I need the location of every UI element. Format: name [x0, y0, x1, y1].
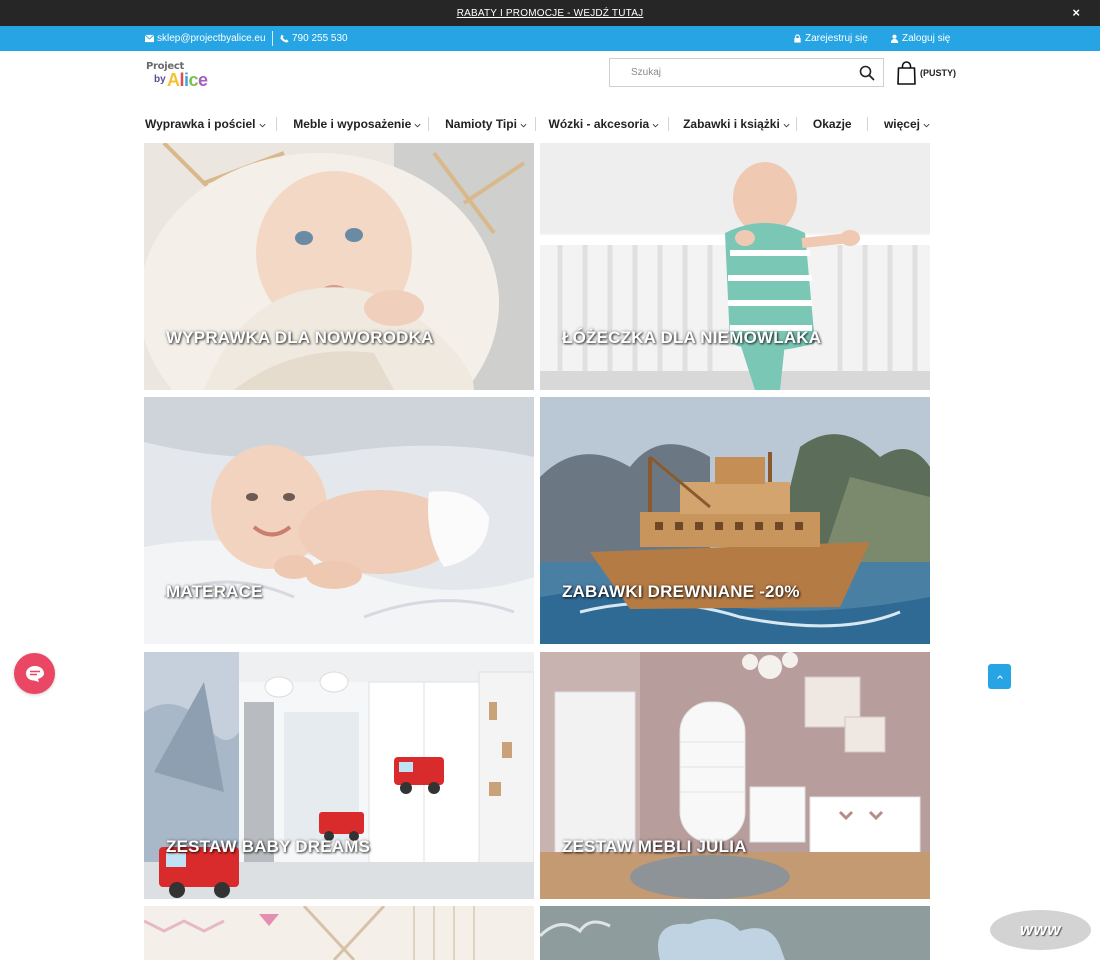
- category-tile-lozeczka[interactable]: ŁÓŻECZKA DLA NIEMOWLAKA: [540, 143, 930, 390]
- category-tile-materace[interactable]: MATERACE: [144, 397, 534, 644]
- search-box: [609, 58, 884, 87]
- nav-item-label: Wyprawka i pościel: [145, 117, 256, 131]
- chat-bubble-icon: [25, 665, 44, 682]
- category-tile-wyprawka[interactable]: WYPRAWKA DLA NOWORODKA: [144, 143, 534, 390]
- tile-image: [144, 906, 534, 960]
- nav-divider: [667, 117, 669, 131]
- register-text: Zarejestruj się: [805, 33, 868, 44]
- tile-image: [540, 652, 930, 899]
- tile-label: WYPRAWKA DLA NOWORODKA: [166, 328, 434, 347]
- contact-divider: [272, 31, 273, 46]
- email-text: sklep@projectbyalice.eu: [157, 33, 266, 44]
- promo-bar: RABATY I PROMOCJE - WEJDŹ TUTAJ ×: [0, 0, 1100, 26]
- category-tile-zabawki-drewniane[interactable]: ZABAWKI DREWNIANE -20%: [540, 397, 930, 644]
- tile-image: [144, 652, 534, 899]
- lock-icon: [794, 34, 801, 43]
- nav-item-label: Wózki - akcesoria: [548, 117, 650, 131]
- chevron-down-icon: [414, 123, 421, 128]
- nav-item-label: Namioty Tipi: [445, 117, 517, 131]
- category-tile-baby-dreams[interactable]: ZESTAW BABY DREAMS: [144, 652, 534, 899]
- tile-label: ZABAWKI DREWNIANE -20%: [562, 582, 800, 601]
- nav-divider: [535, 117, 537, 131]
- tile-image: [144, 143, 534, 390]
- contact-bar: sklep@projectbyalice.eu 790 255 530 Zare…: [0, 26, 1100, 51]
- close-icon[interactable]: ×: [1072, 5, 1080, 20]
- tile-label: ZESTAW BABY DREAMS: [166, 837, 371, 856]
- nav-item-label: Meble i wyposażenie: [293, 117, 412, 131]
- nav-divider: [275, 117, 277, 131]
- chevron-down-icon: [783, 123, 790, 128]
- nav-item-namioty[interactable]: Namioty Tipi: [445, 112, 527, 136]
- chevron-up-icon: [996, 674, 1003, 679]
- nav-item-okazje[interactable]: Okazje: [813, 112, 852, 136]
- cart-label: (PUSTY): [920, 68, 956, 78]
- tile-label: ŁÓŻECZKA DLA NIEMOWLAKA: [562, 328, 822, 347]
- email-link[interactable]: sklep@projectbyalice.eu: [145, 33, 266, 44]
- tile-label: ZESTAW MEBLI JULIA: [562, 837, 747, 856]
- chevron-down-icon: [923, 123, 930, 128]
- register-link[interactable]: Zarejestruj się: [793, 33, 868, 44]
- scroll-top-button[interactable]: [988, 664, 1011, 689]
- cart-button[interactable]: (PUSTY): [897, 60, 956, 86]
- tile-image: [144, 397, 534, 644]
- nav-divider: [795, 117, 797, 131]
- logo[interactable]: Project by Alice: [145, 60, 215, 94]
- shopping-bag-icon: [897, 61, 916, 85]
- logo-text-alice: Alice: [167, 70, 208, 90]
- chevron-down-icon: [520, 123, 527, 128]
- tile-image: [540, 143, 930, 390]
- nav-divider: [867, 117, 868, 131]
- phone-text: 790 255 530: [292, 33, 348, 44]
- phone-link[interactable]: 790 255 530: [280, 33, 348, 44]
- category-tile-partial-left[interactable]: [144, 906, 534, 960]
- search-icon[interactable]: [859, 65, 875, 81]
- www-badge-text: www: [1019, 920, 1062, 939]
- nav-item-label: Okazje: [812, 117, 852, 131]
- category-tile-partial-right[interactable]: [540, 906, 930, 960]
- nav-item-label: więcej: [883, 117, 920, 131]
- www-badge[interactable]: www: [990, 910, 1091, 950]
- tile-label: MATERACE: [166, 582, 263, 601]
- nav-item-zabawki[interactable]: Zabawki i książki: [683, 112, 790, 136]
- chat-button[interactable]: [14, 653, 55, 694]
- envelope-icon: [145, 34, 154, 43]
- logo-text-by: by: [154, 74, 166, 85]
- promo-link[interactable]: RABATY I PROMOCJE - WEJDŹ TUTAJ: [457, 8, 644, 19]
- nav-item-wiecej[interactable]: więcej: [884, 112, 930, 136]
- search-input[interactable]: [610, 59, 850, 86]
- nav-item-label: Zabawki i książki: [683, 117, 780, 131]
- login-link[interactable]: Zaloguj się: [890, 33, 950, 44]
- nav-item-meble[interactable]: Meble i wyposażenie: [293, 112, 421, 136]
- nav-item-wyprawka[interactable]: Wyprawka i pościel: [145, 112, 266, 136]
- main-nav: Wyprawka i pościel Meble i wyposażenie N…: [145, 112, 930, 136]
- chevron-down-icon: [259, 123, 265, 128]
- nav-item-wozki[interactable]: Wózki - akcesoria: [549, 112, 660, 136]
- chevron-down-icon: [652, 123, 659, 128]
- tile-image: [540, 397, 930, 644]
- login-text: Zaloguj się: [902, 33, 951, 44]
- tile-image: [540, 906, 930, 960]
- category-tile-meble-julia[interactable]: ZESTAW MEBLI JULIA: [540, 652, 930, 899]
- nav-divider: [428, 117, 429, 131]
- phone-icon: [280, 34, 289, 43]
- user-icon: [890, 34, 899, 43]
